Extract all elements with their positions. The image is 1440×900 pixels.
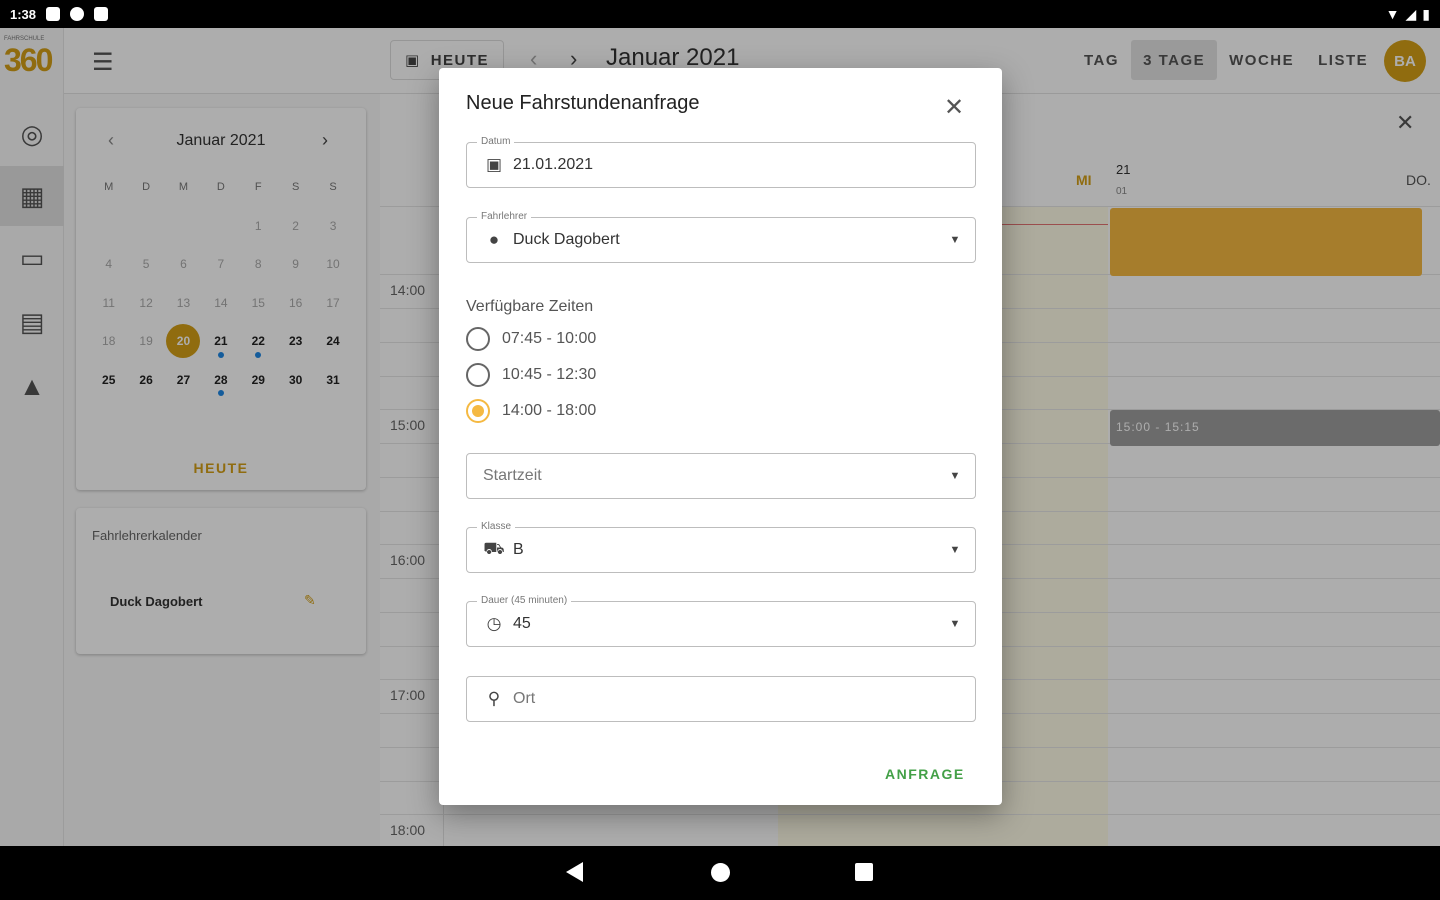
- instructor-select[interactable]: Fahrlehrer ● Duck Dagobert ▼: [466, 210, 976, 263]
- dropdown-arrow-icon: ▼: [949, 544, 961, 556]
- time-option-label: 07:45 - 10:00: [502, 330, 597, 347]
- app-notification-icon: [70, 7, 85, 21]
- date-field[interactable]: Datum ▣ 21.01.2021: [466, 135, 976, 188]
- instructor-select-label: Fahrlehrer: [477, 210, 532, 224]
- time-option-label: 14:00 - 18:00: [502, 402, 597, 419]
- date-field-label: Datum: [477, 135, 515, 149]
- system-nav-bar: [0, 846, 1440, 900]
- person-icon: ●: [488, 230, 500, 249]
- time-option-2[interactable]: 10:45 - 12:30: [466, 360, 596, 390]
- duration-select-value: 45: [513, 615, 531, 632]
- dialog-title: Neue Fahrstundenanfrage: [466, 92, 700, 114]
- dropdown-arrow-icon: ▼: [949, 234, 961, 246]
- car-icon: ⛟: [483, 539, 505, 558]
- location-input[interactable]: ⚲ Ort: [466, 676, 976, 722]
- clock-icon: ◷: [486, 614, 502, 633]
- request-button[interactable]: ANFRAGE: [885, 766, 965, 782]
- start-time-placeholder: Startzeit: [483, 467, 542, 484]
- lesson-request-dialog: Neue Fahrstundenanfrage ✕ Datum ▣ 21.01.…: [439, 68, 1002, 805]
- start-time-select[interactable]: Startzeit ▼: [466, 453, 976, 499]
- signal-icon: ◢: [1405, 5, 1417, 22]
- battery-icon: ▮: [1422, 5, 1430, 22]
- screen: 1:38 ▼ ◢ ▮ FAHRSCHULE 360 ◎ ▦ ▭ ▤ ▲ ☰ ▣ …: [0, 0, 1440, 900]
- radio-button-checked[interactable]: [466, 399, 490, 423]
- duration-select-label: Dauer (45 minuten): [477, 594, 572, 608]
- location-placeholder: Ort: [513, 690, 536, 707]
- date-field-value: 21.01.2021: [513, 156, 594, 173]
- notification-icon: [46, 7, 61, 21]
- class-select[interactable]: Klasse ⛟ B ▼: [466, 520, 976, 573]
- class-select-value: B: [513, 541, 524, 558]
- status-time: 1:38: [10, 6, 37, 22]
- home-icon[interactable]: [711, 863, 730, 882]
- calendar-icon: ▣: [485, 155, 503, 174]
- duration-select[interactable]: Dauer (45 minuten) ◷ 45 ▼: [466, 594, 976, 647]
- sd-card-icon: [94, 7, 109, 21]
- dropdown-arrow-icon: ▼: [949, 618, 961, 630]
- available-times-title: Verfügbare Zeiten: [466, 298, 594, 315]
- wifi-icon: ▼: [1385, 6, 1400, 22]
- time-option-3[interactable]: 14:00 - 18:00: [466, 396, 596, 426]
- instructor-select-value: Duck Dagobert: [513, 231, 620, 248]
- location-pin-icon: ⚲: [487, 689, 501, 708]
- back-icon[interactable]: [566, 862, 583, 882]
- time-option-1[interactable]: 07:45 - 10:00: [466, 324, 596, 354]
- status-bar: 1:38 ▼ ◢ ▮: [0, 0, 1440, 28]
- class-select-label: Klasse: [477, 520, 516, 534]
- dropdown-arrow-icon: ▼: [949, 470, 961, 482]
- dialog-close-icon[interactable]: ✕: [941, 94, 967, 121]
- radio-button[interactable]: [466, 363, 490, 387]
- radio-button[interactable]: [466, 327, 490, 351]
- time-option-label: 10:45 - 12:30: [502, 366, 597, 383]
- recent-apps-icon[interactable]: [855, 863, 873, 881]
